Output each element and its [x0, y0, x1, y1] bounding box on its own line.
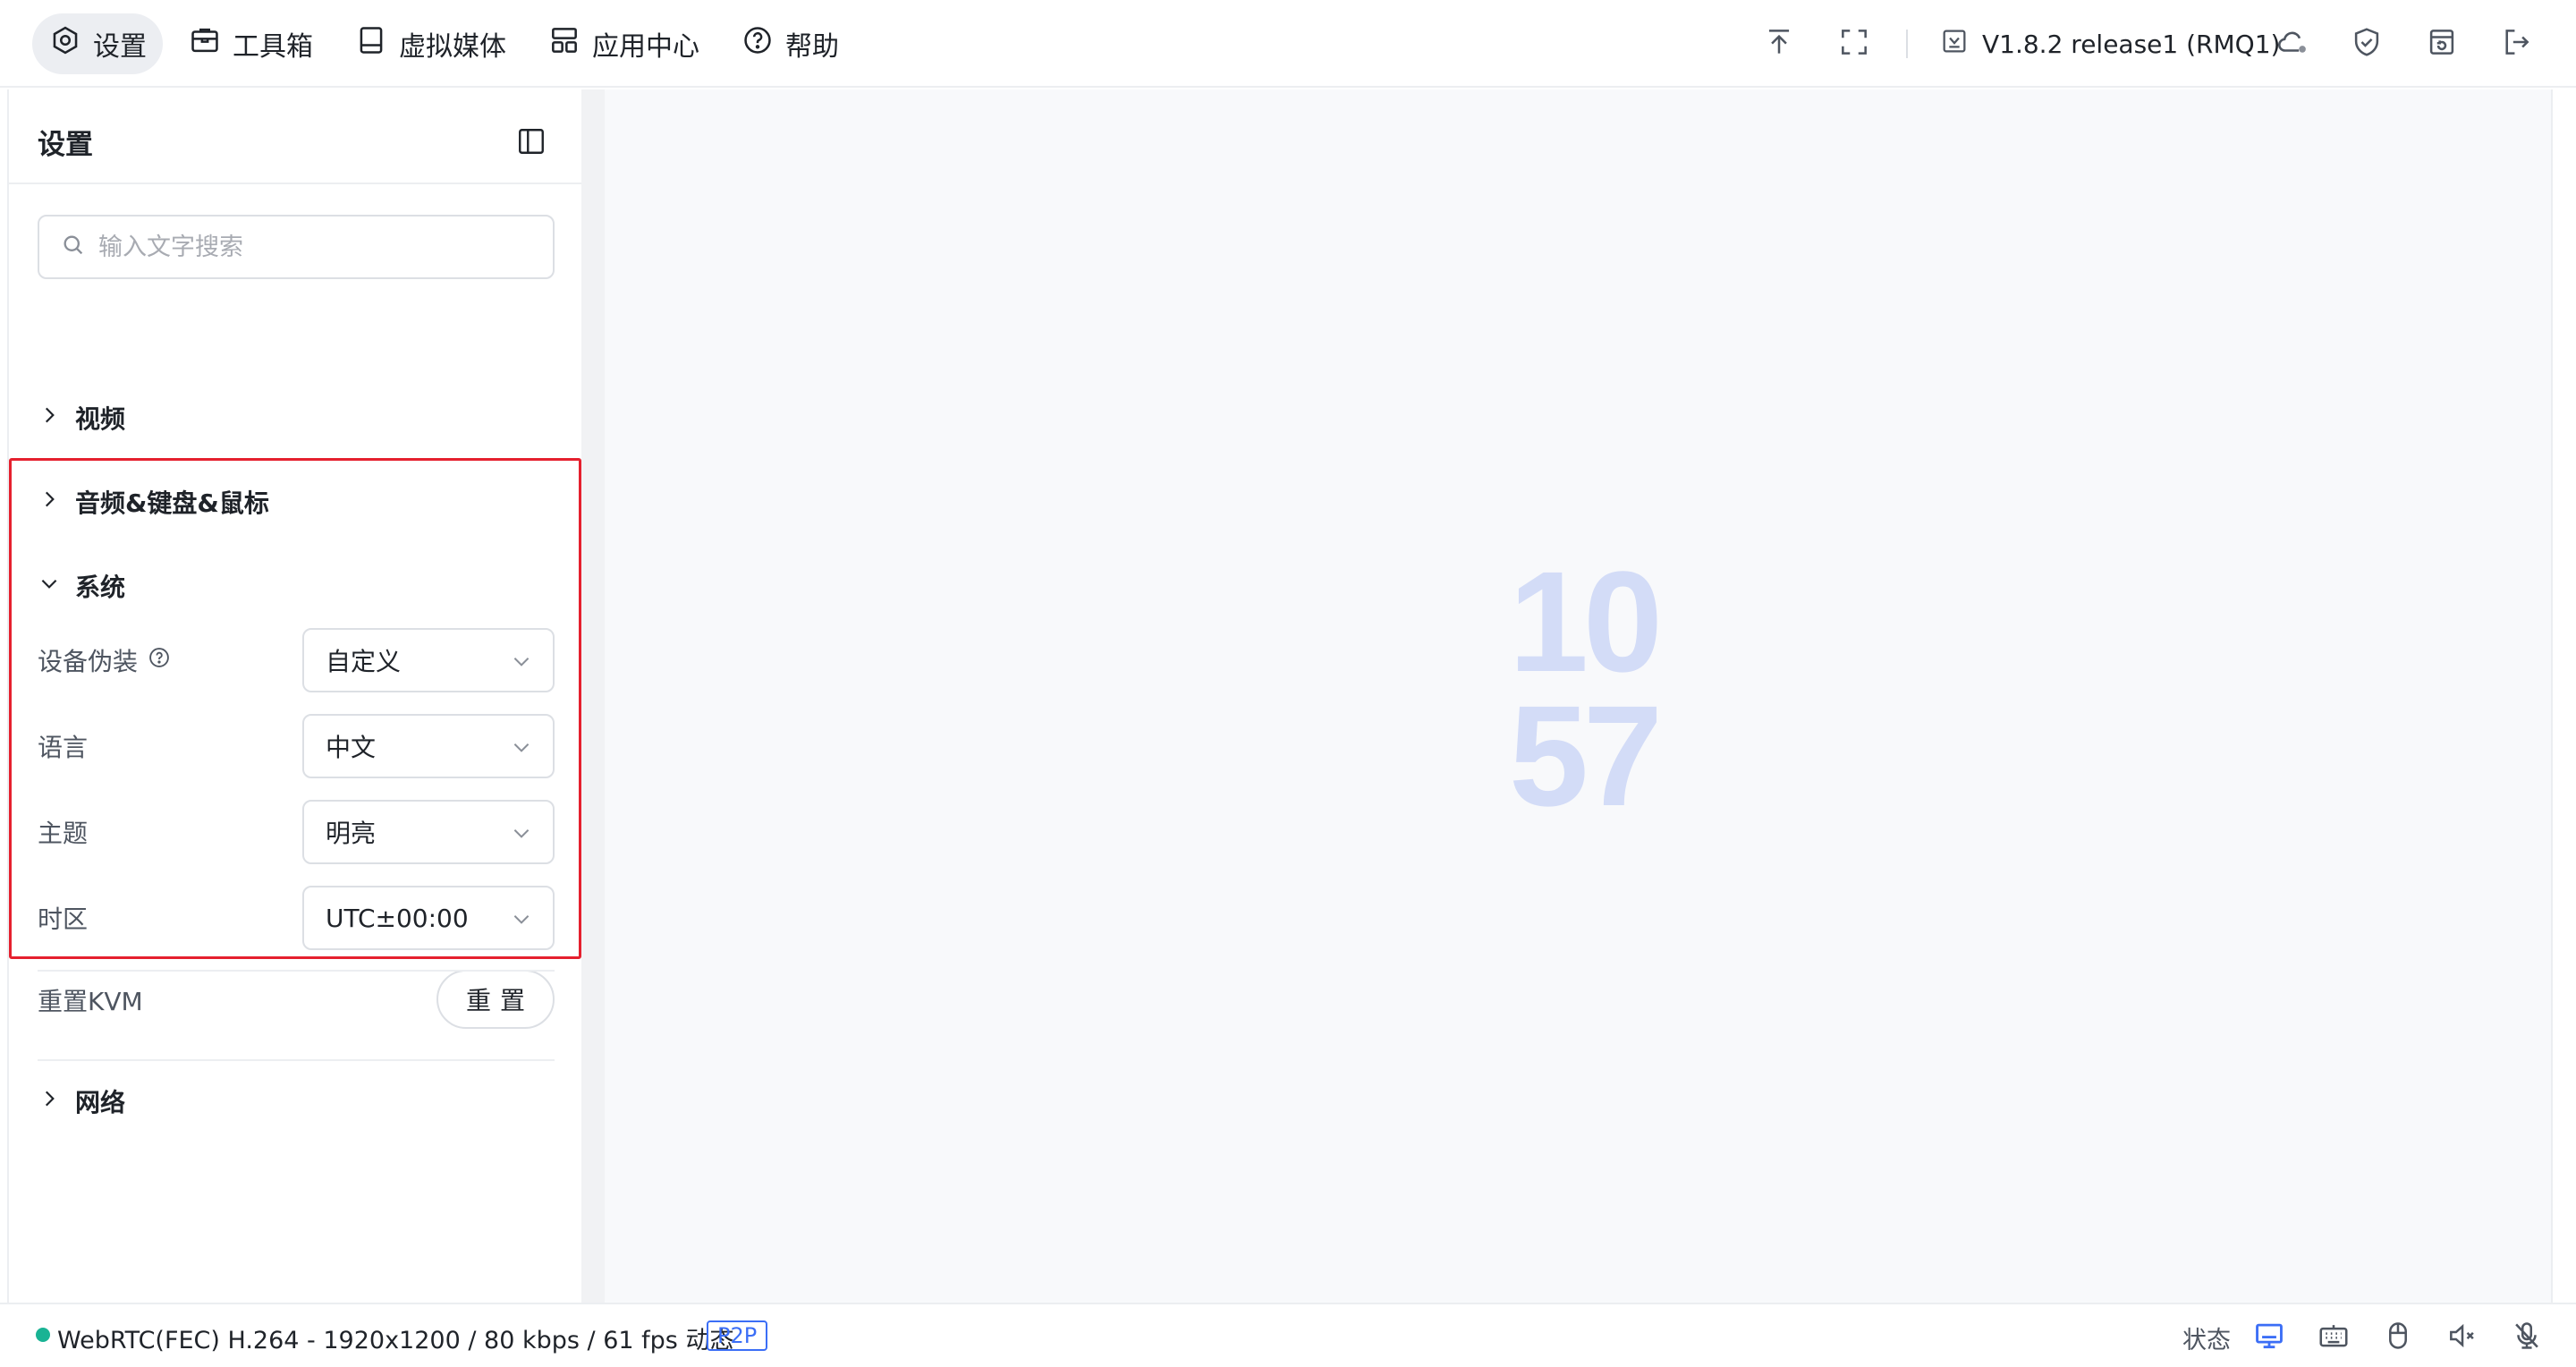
chevron-right-icon	[38, 403, 61, 433]
clock-minute: 57	[1509, 675, 1663, 836]
section-system[interactable]: 系统	[38, 564, 555, 608]
chevron-down-icon	[510, 907, 533, 930]
cloud-icon	[2275, 25, 2309, 63]
version-text: V1.8.2 release1 (RMQ1)	[1982, 29, 2281, 59]
theme-label: 主题	[38, 819, 89, 848]
section-audio-keyboard-mouse[interactable]: 音频&键盘&鼠标	[38, 480, 555, 524]
language-value: 中文	[326, 733, 377, 762]
kvm-app: 设置 工具箱 虚拟媒体 应用中心 帮助 V1.8.2 release1 (RMQ…	[0, 0, 2576, 1367]
microphone-muted-icon	[2510, 1322, 2544, 1356]
section-network-label: 网络	[75, 1088, 126, 1117]
section-audio-label: 音频&键盘&鼠标	[75, 488, 269, 518]
settings-sidebar: 设置 视频	[7, 89, 583, 1303]
sidebar-gutter	[581, 89, 605, 1303]
system-section-highlight	[9, 458, 581, 959]
reset-kvm-button[interactable]: 重置	[436, 970, 555, 1029]
window-restore-button[interactable]	[2424, 26, 2460, 62]
logout-button[interactable]	[2498, 26, 2534, 62]
fullscreen-icon	[1837, 25, 1871, 63]
toolbar-divider	[1906, 30, 1908, 58]
speaker-muted-icon	[2445, 1323, 2479, 1356]
upload-top-icon	[1762, 25, 1796, 63]
keyboard-icon	[2317, 1325, 2351, 1356]
search-icon	[61, 233, 86, 261]
clock-hour: 10	[1509, 541, 1663, 701]
connection-info: WebRTC(FEC) H.264 - 1920x1200 / 80 kbps …	[57, 1327, 734, 1354]
section-network[interactable]: 网络	[38, 1079, 555, 1124]
section-divider	[38, 458, 555, 460]
chevron-down-icon	[510, 650, 533, 673]
chevron-right-icon	[38, 1087, 61, 1117]
speaker-button[interactable]	[2445, 1319, 2479, 1353]
monitor-button[interactable]	[2252, 1319, 2286, 1353]
timezone-value: UTC±00:00	[326, 903, 469, 933]
mouse-icon	[2381, 1322, 2415, 1356]
mouse-button[interactable]	[2381, 1319, 2415, 1353]
chevron-down-icon	[510, 821, 533, 845]
search-box	[38, 215, 555, 279]
fullscreen-button[interactable]	[1836, 26, 1872, 62]
chevron-right-icon	[38, 488, 61, 517]
status-bar: WebRTC(FEC) H.264 - 1920x1200 / 80 kbps …	[0, 1303, 2576, 1367]
disguise-label: 设备伪装	[38, 628, 172, 692]
p2p-badge: P2P	[707, 1320, 768, 1351]
theme-value: 明亮	[326, 819, 377, 848]
reset-kvm-label: 重置KVM	[38, 987, 143, 1016]
window-restore-icon	[2425, 25, 2459, 63]
connection-status-dot	[36, 1328, 50, 1342]
upload-top-button[interactable]	[1761, 26, 1797, 62]
sidebar-title: 设置	[38, 129, 93, 161]
version-check-icon	[1939, 26, 1970, 63]
language-select[interactable]: 中文	[302, 714, 555, 778]
disguise-value: 自定义	[326, 647, 402, 676]
theme-select[interactable]: 明亮	[302, 800, 555, 864]
sidebar-collapse-button[interactable]	[515, 125, 547, 157]
chevron-down-icon	[510, 735, 533, 759]
top-bar: 设置 工具箱 虚拟媒体 应用中心 帮助 V1.8.2 release1 (RMQ…	[0, 0, 2576, 88]
logout-icon	[2499, 25, 2533, 63]
cloud-button[interactable]	[2275, 26, 2310, 62]
help-icon[interactable]	[147, 645, 172, 676]
section-video[interactable]: 视频	[38, 395, 555, 440]
chevron-down-icon	[38, 572, 61, 601]
panel-toggle-icon	[515, 129, 547, 161]
section-divider	[38, 1059, 555, 1061]
timezone-select[interactable]: UTC±00:00	[302, 886, 555, 950]
section-video-label: 视频	[75, 404, 126, 434]
shield-check-icon	[2350, 25, 2384, 63]
disguise-label-text: 设备伪装	[38, 647, 139, 676]
status-label: 状态	[2182, 1327, 2231, 1354]
sidebar-header: 设置	[9, 89, 583, 184]
keyboard-button[interactable]	[2317, 1319, 2351, 1353]
section-divider	[38, 970, 555, 972]
right-edge-panel	[2551, 89, 2576, 1303]
toolbar-right: V1.8.2 release1 (RMQ1)	[0, 13, 2576, 74]
search-input[interactable]	[98, 233, 528, 261]
language-label: 语言	[38, 733, 89, 762]
remote-screen-viewer[interactable]: 10 57	[605, 89, 2551, 1303]
security-button[interactable]	[2349, 26, 2385, 62]
monitor-icon	[2252, 1323, 2286, 1356]
section-system-label: 系统	[75, 573, 126, 602]
remote-clock: 10 57	[1485, 541, 1682, 836]
timezone-label: 时区	[38, 904, 89, 934]
disguise-select[interactable]: 自定义	[302, 628, 555, 692]
version-info[interactable]: V1.8.2 release1 (RMQ1)	[1939, 22, 2280, 65]
microphone-button[interactable]	[2510, 1319, 2544, 1353]
